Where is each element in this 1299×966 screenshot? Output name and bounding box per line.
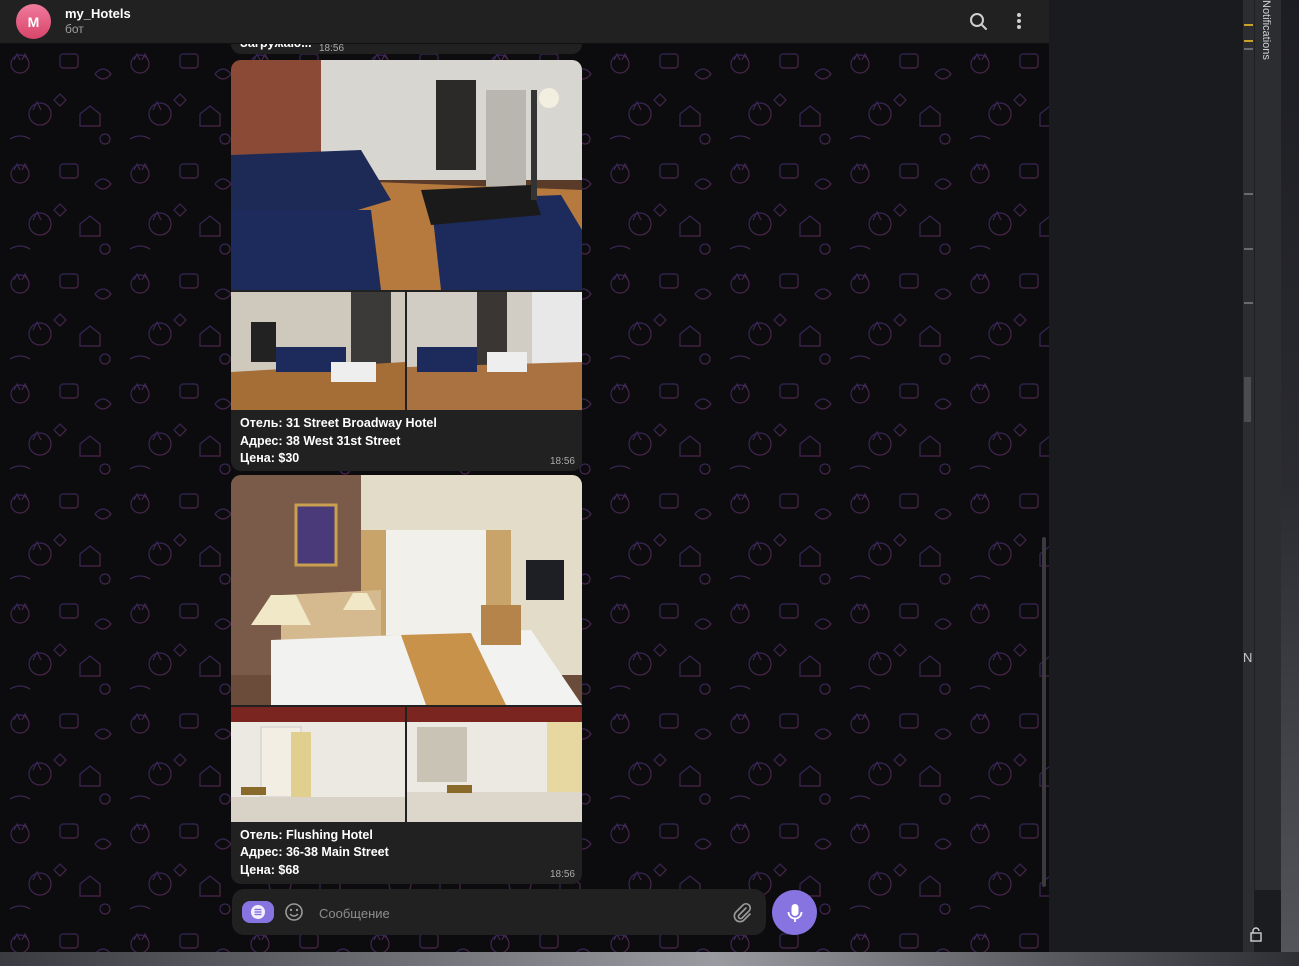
attach-button[interactable] bbox=[731, 901, 753, 923]
message-time: 18:56 bbox=[549, 456, 575, 467]
gutter-marker bbox=[1244, 24, 1253, 26]
hotel-name: Отель: Flushing Hotel bbox=[240, 828, 373, 842]
hotel-price: Цена: $30 bbox=[240, 451, 300, 465]
search-button[interactable] bbox=[966, 9, 992, 35]
chat-scrollbar[interactable] bbox=[1042, 537, 1046, 887]
ide-text-fragment: N bbox=[1243, 650, 1253, 665]
message-time: 18:56 bbox=[549, 869, 575, 880]
emoji-button[interactable] bbox=[283, 901, 305, 923]
message-time: 18:56 bbox=[319, 43, 345, 54]
chat-header: M my_Hotels бот bbox=[0, 0, 1049, 44]
gutter-marker bbox=[1244, 48, 1253, 50]
ide-tool-window-bar bbox=[1254, 0, 1281, 890]
hotel-message: Отель: Flushing Hotel Адрес: 36-38 Main … bbox=[231, 475, 582, 884]
notifications-tab[interactable]: Notifications bbox=[1258, 0, 1272, 90]
search-icon bbox=[970, 13, 987, 30]
hotel-price: Цена: $68 bbox=[240, 863, 300, 877]
avatar[interactable]: M bbox=[16, 4, 51, 39]
smile-icon bbox=[285, 903, 303, 921]
desktop-wallpaper bbox=[1281, 0, 1299, 966]
gutter-marker bbox=[1244, 302, 1253, 304]
hotel-photo-3[interactable] bbox=[407, 707, 582, 822]
menu-icon bbox=[251, 905, 265, 919]
message-composer bbox=[232, 889, 766, 935]
voice-record-button[interactable] bbox=[772, 890, 817, 935]
gutter-marker bbox=[1244, 40, 1253, 42]
paperclip-icon bbox=[733, 902, 752, 923]
hotel-photo-main[interactable] bbox=[231, 60, 582, 290]
chat-subtitle: бот bbox=[65, 22, 84, 36]
ide-scroll-gutter bbox=[1243, 0, 1254, 952]
desktop-wallpaper-bottom bbox=[0, 952, 1299, 966]
hotel-address: Адрес: 38 West 31st Street bbox=[240, 434, 401, 448]
gutter-scroll-thumb[interactable] bbox=[1244, 377, 1251, 422]
hotel-message: Отель: 31 Street Broadway Hotel Адрес: 3… bbox=[231, 60, 582, 471]
chat-title[interactable]: my_Hotels bbox=[65, 6, 131, 21]
lock-icon[interactable] bbox=[1249, 926, 1263, 942]
hotel-address: Адрес: 36-38 Main Street bbox=[240, 845, 389, 859]
more-vertical-icon bbox=[1017, 13, 1021, 29]
telegram-window: M my_Hotels бот Загружаю... 18:56 bbox=[0, 0, 1049, 952]
message-input[interactable] bbox=[317, 899, 721, 927]
more-menu-button[interactable] bbox=[1006, 9, 1032, 35]
gutter-marker bbox=[1244, 193, 1253, 195]
microphone-icon bbox=[787, 903, 802, 922]
bot-menu-button[interactable] bbox=[242, 901, 274, 923]
hotel-photo-2[interactable] bbox=[231, 707, 405, 822]
gutter-marker bbox=[1244, 248, 1253, 250]
hotel-photo-2[interactable] bbox=[231, 292, 405, 410]
ide-editor-area bbox=[1049, 0, 1243, 952]
hotel-name: Отель: 31 Street Broadway Hotel bbox=[240, 416, 437, 430]
hotel-photo-main[interactable] bbox=[231, 475, 582, 705]
hotel-photo-3[interactable] bbox=[407, 292, 582, 410]
